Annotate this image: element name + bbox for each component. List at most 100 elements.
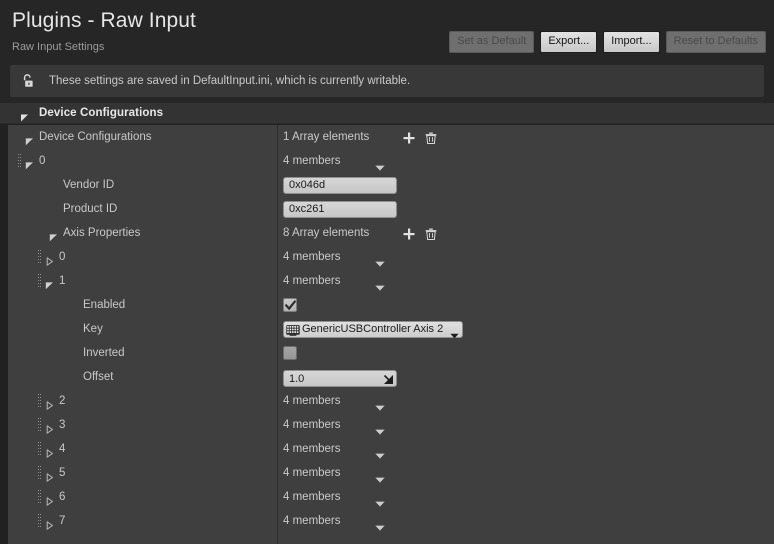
property-value-cell [277, 341, 774, 365]
property-name-cell: Inverted [8, 341, 277, 365]
settings-file-info-bar: These settings are saved in DefaultInput… [10, 65, 764, 97]
expand-triangle-down-icon[interactable] [25, 133, 34, 142]
export-button[interactable]: Export... [540, 31, 597, 53]
drag-handle-icon[interactable] [38, 514, 42, 528]
property-row[interactable]: 14 members [8, 269, 774, 293]
property-name-cell: 4 [8, 437, 277, 461]
property-rows: Device Configurations1 Array elements 04… [8, 125, 774, 544]
add-element-icon[interactable] [403, 131, 415, 143]
property-value-cell [277, 293, 774, 317]
numeric-drag-handle-icon[interactable] [383, 372, 394, 383]
property-row[interactable]: Axis Properties 8 Array elements [8, 221, 774, 245]
set-as-default-button[interactable]: Set as Default [449, 31, 534, 53]
property-value-cell: 4 members [277, 485, 774, 509]
property-row[interactable]: Product ID [8, 197, 774, 221]
property-row[interactable]: 34 members [8, 413, 774, 437]
property-name-cell: Offset [8, 365, 277, 389]
settings-file-message: These settings are saved in DefaultInput… [49, 75, 410, 87]
element-options-chevron-down-icon[interactable] [375, 398, 385, 404]
enabled-checkbox[interactable] [283, 298, 297, 312]
product-id-input[interactable] [283, 201, 397, 218]
remove-all-elements-icon[interactable] [425, 131, 437, 143]
element-options-chevron-down-icon[interactable] [375, 254, 385, 260]
element-options-chevron-down-icon[interactable] [375, 422, 385, 428]
expand-triangle-right-icon[interactable] [45, 445, 54, 454]
property-name-cell: Key [8, 317, 277, 341]
property-value-cell: 4 members [277, 413, 774, 437]
property-name-cell: 1 [8, 269, 277, 293]
property-value-cell: 4 members [277, 149, 774, 173]
property-name-cell: 5 [8, 461, 277, 485]
expand-triangle-right-icon[interactable] [45, 253, 54, 262]
reset-to-defaults-button[interactable]: Reset to Defaults [666, 31, 766, 53]
expand-triangle-down-icon[interactable] [49, 229, 58, 238]
remove-all-elements-icon[interactable] [425, 227, 437, 239]
property-value-cell [277, 197, 774, 221]
column-splitter[interactable] [277, 125, 278, 544]
property-label: Enabled [83, 299, 125, 311]
property-value-cell: 8 Array elements [277, 221, 774, 245]
property-row[interactable]: Vendor ID [8, 173, 774, 197]
property-label: Axis Properties [63, 227, 140, 239]
property-value-cell: 4 members [277, 389, 774, 413]
offset-input[interactable] [283, 370, 397, 387]
key-selector-dropdown[interactable]: GenericUSBController Axis 2 [283, 321, 463, 338]
drag-handle-icon[interactable] [38, 250, 42, 264]
category-header-device-configurations[interactable]: Device Configurations [0, 103, 774, 124]
vendor-id-input[interactable] [283, 177, 397, 194]
property-label: Device Configurations [39, 131, 152, 143]
drag-handle-icon[interactable] [38, 274, 42, 288]
expand-triangle-down-icon[interactable] [45, 277, 54, 286]
expand-triangle-right-icon[interactable] [45, 397, 54, 406]
expand-triangle-right-icon[interactable] [45, 421, 54, 430]
struct-member-count: 4 members [283, 155, 341, 167]
property-label: 0 [59, 251, 65, 263]
drag-handle-icon[interactable] [38, 466, 42, 480]
property-row[interactable]: 7 4 members [8, 509, 774, 533]
element-options-chevron-down-icon[interactable] [375, 518, 385, 524]
element-options-chevron-down-icon[interactable] [375, 158, 385, 164]
element-options-chevron-down-icon[interactable] [375, 494, 385, 500]
key-selector-value: GenericUSBController Axis 2 [302, 323, 450, 335]
property-row[interactable]: Enabled [8, 293, 774, 317]
drag-handle-icon[interactable] [18, 154, 22, 168]
property-row[interactable]: Offset [8, 365, 774, 389]
property-row[interactable]: Inverted [8, 341, 774, 365]
property-row[interactable]: Device Configurations1 Array elements [8, 125, 774, 149]
property-row[interactable]: 04 members [8, 245, 774, 269]
expand-triangle-right-icon[interactable] [45, 469, 54, 478]
drag-handle-icon[interactable] [38, 490, 42, 504]
property-label: 1 [59, 275, 65, 287]
element-options-chevron-down-icon[interactable] [375, 446, 385, 452]
property-row[interactable]: 04 members [8, 149, 774, 173]
chevron-down-icon [20, 109, 29, 118]
property-row[interactable]: 6 4 members [8, 485, 774, 509]
property-row[interactable]: Key GenericUSBController Axis 2 [8, 317, 774, 341]
drag-handle-icon[interactable] [38, 442, 42, 456]
details-panel: Device Configurations Device Configurati… [0, 103, 774, 544]
property-row[interactable]: 44 members [8, 437, 774, 461]
element-options-chevron-down-icon[interactable] [375, 470, 385, 476]
property-label: Vendor ID [63, 179, 114, 191]
key-selector-chevron-down-icon[interactable] [450, 326, 459, 332]
property-row[interactable]: 24 members [8, 389, 774, 413]
import-button[interactable]: Import... [603, 31, 659, 53]
keyboard-icon [286, 323, 300, 335]
property-label: 4 [59, 443, 65, 455]
struct-member-count: 4 members [283, 491, 341, 503]
drag-handle-icon[interactable] [38, 394, 42, 408]
property-label: 6 [59, 491, 65, 503]
expand-triangle-right-icon[interactable] [45, 517, 54, 526]
add-element-icon[interactable] [403, 227, 415, 239]
element-options-chevron-down-icon[interactable] [375, 278, 385, 284]
category-label: Device Configurations [39, 107, 163, 119]
property-label: Product ID [63, 203, 117, 215]
property-value-cell: 4 members [277, 509, 774, 533]
property-row[interactable]: 54 members [8, 461, 774, 485]
drag-handle-icon[interactable] [38, 418, 42, 432]
expand-triangle-right-icon[interactable] [45, 493, 54, 502]
property-label: 5 [59, 467, 65, 479]
property-label: 7 [59, 515, 65, 527]
inverted-checkbox[interactable] [283, 346, 297, 360]
expand-triangle-down-icon[interactable] [25, 157, 34, 166]
